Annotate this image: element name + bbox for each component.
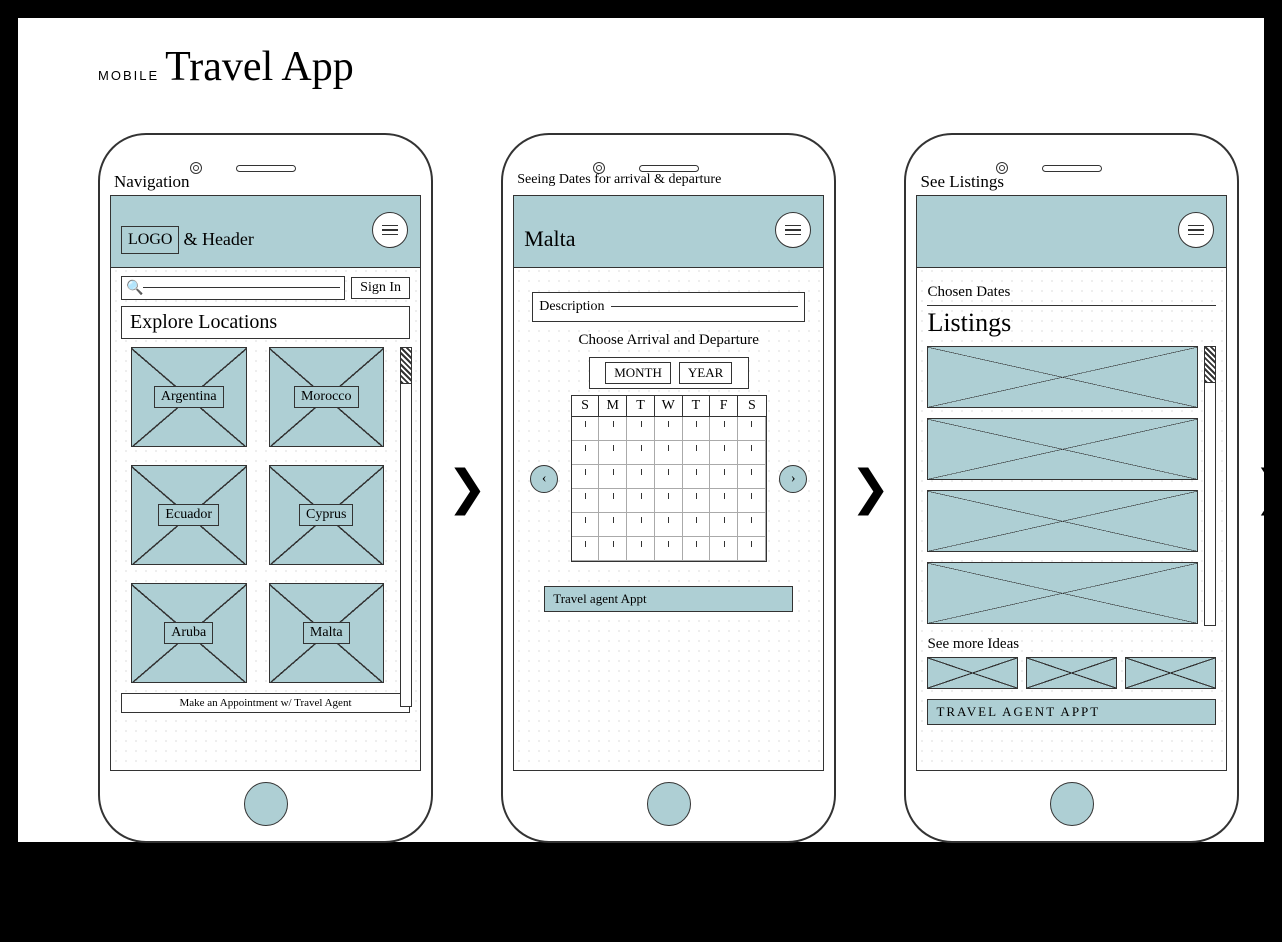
month-selector[interactable]: MONTH	[605, 362, 671, 384]
agent-appointment-button[interactable]: TRAVEL AGENT APPT	[927, 699, 1216, 725]
listings-title: Listings	[927, 308, 1216, 338]
camera-icon	[190, 162, 202, 174]
phone-dates: Seeing Dates for arrival & departure Mal…	[501, 133, 836, 843]
title-prefix: MOBILE	[98, 68, 159, 83]
calendar-grid[interactable]	[572, 417, 766, 561]
idea-item[interactable]	[1026, 657, 1117, 689]
description-box: Description	[532, 292, 805, 322]
location-tile[interactable]: Aruba	[131, 583, 247, 683]
year-selector[interactable]: YEAR	[679, 362, 732, 384]
locations-grid: Argentina Morocco Ecuador Cyprus Aruba M…	[121, 347, 394, 683]
signin-button[interactable]: Sign In	[351, 277, 410, 299]
next-month-button[interactable]: ›	[779, 465, 807, 493]
title-main: Travel App	[165, 43, 354, 91]
scrollbar[interactable]	[400, 347, 412, 707]
listing-item[interactable]	[927, 418, 1198, 480]
menu-icon[interactable]	[1178, 212, 1214, 248]
app-header: Malta	[514, 196, 823, 268]
home-button[interactable]	[1050, 782, 1094, 826]
menu-icon[interactable]	[372, 212, 408, 248]
location-title: Malta	[524, 226, 575, 252]
search-input[interactable]: 🔍	[121, 276, 345, 300]
speaker-icon	[1042, 165, 1102, 172]
home-button[interactable]	[244, 782, 288, 826]
location-tile[interactable]: Cyprus	[269, 465, 385, 565]
description-squiggle	[611, 303, 799, 311]
screen-label: Seeing Dates for arrival & departure	[517, 172, 721, 188]
prev-month-button[interactable]: ‹	[530, 465, 558, 493]
scroll-thumb[interactable]	[1205, 347, 1215, 383]
agent-appointment-button[interactable]: Travel agent Appt	[544, 586, 793, 612]
search-placeholder-squiggle	[143, 284, 340, 292]
speaker-icon	[236, 165, 296, 172]
calendar-header: S M T W T F S	[572, 396, 766, 417]
phone-navigation: Navigation LOGO & Header 🔍 Sign In	[98, 133, 433, 843]
location-tile[interactable]: Malta	[269, 583, 385, 683]
menu-icon[interactable]	[775, 212, 811, 248]
listing-item[interactable]	[927, 562, 1198, 624]
logo[interactable]: LOGO	[121, 226, 179, 254]
idea-item[interactable]	[927, 657, 1018, 689]
idea-item[interactable]	[1125, 657, 1216, 689]
flow-arrow-icon: ❯	[1249, 460, 1282, 516]
listing-item[interactable]	[927, 490, 1198, 552]
home-button[interactable]	[647, 782, 691, 826]
location-tile[interactable]: Ecuador	[131, 465, 247, 565]
ideas-row	[927, 657, 1216, 689]
ideas-title: See more Ideas	[927, 636, 1216, 653]
location-tile[interactable]: Morocco	[269, 347, 385, 447]
search-icon: 🔍	[126, 280, 143, 297]
flow-arrow-icon: ❯	[443, 460, 491, 516]
description-label: Description	[539, 299, 604, 315]
wireframe-canvas: MOBILE Travel App Navigation LOGO & Head…	[18, 18, 1264, 842]
calendar-subtitle: Choose Arrival and Departure	[524, 332, 813, 349]
header-text: & Header	[183, 229, 253, 250]
phone-listings: See Listings Chosen Dates Listings	[904, 133, 1239, 843]
calendar[interactable]: S M T W T F S	[571, 395, 767, 562]
month-year-selector: MONTH YEAR	[589, 357, 749, 389]
chosen-dates-label: Chosen Dates	[927, 284, 1216, 306]
agent-appointment-button[interactable]: Make an Appointment w/ Travel Agent	[121, 693, 410, 713]
section-title: Explore Locations	[121, 306, 410, 339]
location-tile[interactable]: Argentina	[131, 347, 247, 447]
screen-label: See Listings	[920, 172, 1004, 192]
scroll-thumb[interactable]	[401, 348, 411, 384]
scrollbar[interactable]	[1204, 346, 1216, 626]
screen-label: Navigation	[114, 172, 190, 192]
flow-arrow-icon: ❯	[846, 460, 894, 516]
listings-column	[927, 346, 1198, 624]
page-title: MOBILE Travel App	[98, 43, 354, 91]
app-header: LOGO & Header	[111, 196, 420, 268]
speaker-icon	[639, 165, 699, 172]
app-header	[917, 196, 1226, 268]
listing-item[interactable]	[927, 346, 1198, 408]
